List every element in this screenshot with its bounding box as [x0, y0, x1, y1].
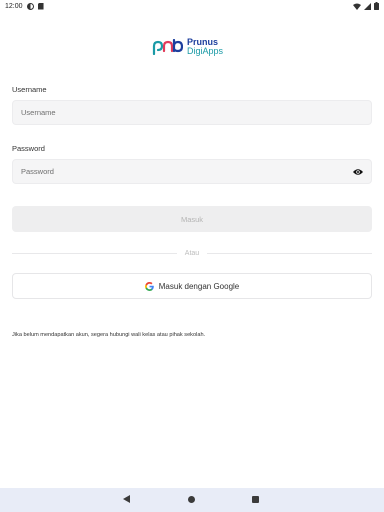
status-right	[353, 2, 379, 10]
battery-icon	[374, 2, 379, 10]
username-field[interactable]	[12, 100, 372, 125]
login-screen: 12:00 Prunus DigiApps Username Username …	[0, 0, 384, 512]
recents-icon[interactable]	[252, 496, 259, 503]
divider-line-left	[12, 252, 177, 254]
back-icon[interactable]	[123, 495, 130, 503]
status-bar: 12:00	[0, 0, 384, 12]
signal-icon	[364, 2, 371, 10]
username-input[interactable]	[21, 108, 341, 117]
username-label: Username	[12, 85, 47, 94]
info-text: Jika belum mendapatkan akun, segera hubu…	[12, 332, 206, 338]
login-button[interactable]: Masuk	[12, 206, 372, 232]
data-saver-icon	[26, 2, 34, 10]
password-field[interactable]	[12, 159, 372, 184]
pnb-logo-mark-icon	[152, 39, 183, 55]
status-left: 12:00	[5, 2, 44, 10]
google-login-label: Masuk dengan Google	[158, 281, 240, 291]
google-icon	[144, 281, 154, 291]
logo-subtitle: DigiApps	[187, 46, 224, 56]
divider-text: Atau	[184, 249, 200, 257]
password-input[interactable]	[21, 167, 341, 176]
wifi-icon	[353, 3, 361, 10]
system-nav-bar	[0, 488, 384, 512]
divider-line-right	[207, 252, 372, 254]
google-login-button[interactable]: Masuk dengan Google	[12, 273, 372, 299]
home-icon[interactable]	[188, 496, 195, 503]
or-divider: Atau	[12, 248, 372, 258]
status-time: 12:00	[5, 2, 23, 10]
logo-text: Prunus DigiApps	[187, 38, 223, 56]
app-logo: Prunus DigiApps	[152, 38, 223, 56]
toggle-visibility-eye-icon[interactable]	[353, 168, 363, 176]
password-label: Password	[12, 144, 45, 153]
sim-card-icon	[37, 2, 44, 10]
